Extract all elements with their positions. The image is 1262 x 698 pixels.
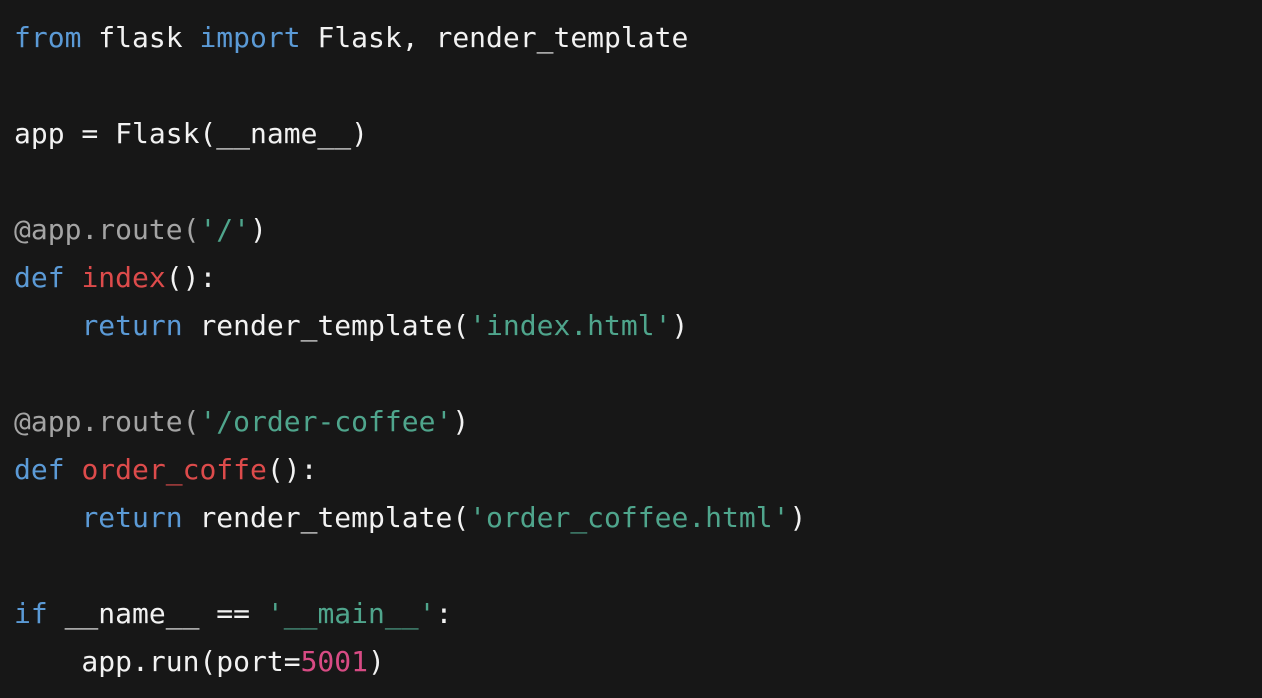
code-line: @app.route('/order-coffee') (14, 398, 1262, 446)
code-token-plain: render_template( (182, 309, 470, 342)
code-token-plain: ) (671, 309, 689, 342)
code-token-string: '/' (199, 213, 251, 246)
code-token-keyword: import (199, 21, 301, 54)
code-token-plain: (): (266, 453, 318, 486)
code-token-keyword: def (14, 453, 65, 486)
code-token-plain: Flask, render_template (300, 21, 689, 54)
code-block: from flask import Flask, render_template… (14, 14, 1262, 686)
code-token-string: 'order_coffee.html' (469, 501, 790, 534)
code-token-plain: ) (452, 405, 470, 438)
code-token-plain: (): (165, 261, 217, 294)
code-token-plain: __name__ == (47, 597, 267, 630)
code-token-keyword: from (14, 21, 82, 54)
code-line: @app.route('/') (14, 206, 1262, 254)
code-token-plain: ) (789, 501, 807, 534)
code-line: return render_template('index.html') (14, 302, 1262, 350)
code-token-decorator: @app.route( (14, 405, 200, 438)
code-token-plain: ) (250, 213, 267, 246)
code-token-keyword: return (81, 501, 183, 534)
code-editor[interactable]: from flask import Flask, render_template… (0, 0, 1262, 698)
code-line: app.run(port=5001) (14, 638, 1262, 686)
code-token-decorator: @app.route( (14, 213, 200, 246)
code-line: from flask import Flask, render_template (14, 14, 1262, 62)
code-token-plain: app.run(port= (14, 645, 301, 678)
code-token-string: '/order-coffee' (199, 405, 453, 438)
code-line: def order_coffe(): (14, 446, 1262, 494)
code-token-plain: app = Flask(__name__) (14, 117, 369, 150)
code-token-plain: ) (368, 645, 385, 678)
code-token-keyword: def (14, 261, 65, 294)
code-line: app = Flask(__name__) (14, 110, 1262, 158)
code-token-plain: flask (81, 21, 200, 54)
code-token-number: 5001 (300, 645, 369, 678)
code-token-funcname: order_coffe (81, 453, 267, 486)
code-line: return render_template('order_coffee.htm… (14, 494, 1262, 542)
code-token-plain: render_template( (182, 501, 470, 534)
code-token-plain: : (435, 597, 453, 630)
code-token-string: 'index.html' (469, 309, 672, 342)
code-token-string: '__main__' (266, 597, 436, 630)
code-line: def index(): (14, 254, 1262, 302)
code-line: if __name__ == '__main__': (14, 590, 1262, 638)
code-token-funcname: index (81, 261, 166, 294)
code-token-keyword: if (14, 597, 48, 630)
code-token-keyword: return (81, 309, 183, 342)
